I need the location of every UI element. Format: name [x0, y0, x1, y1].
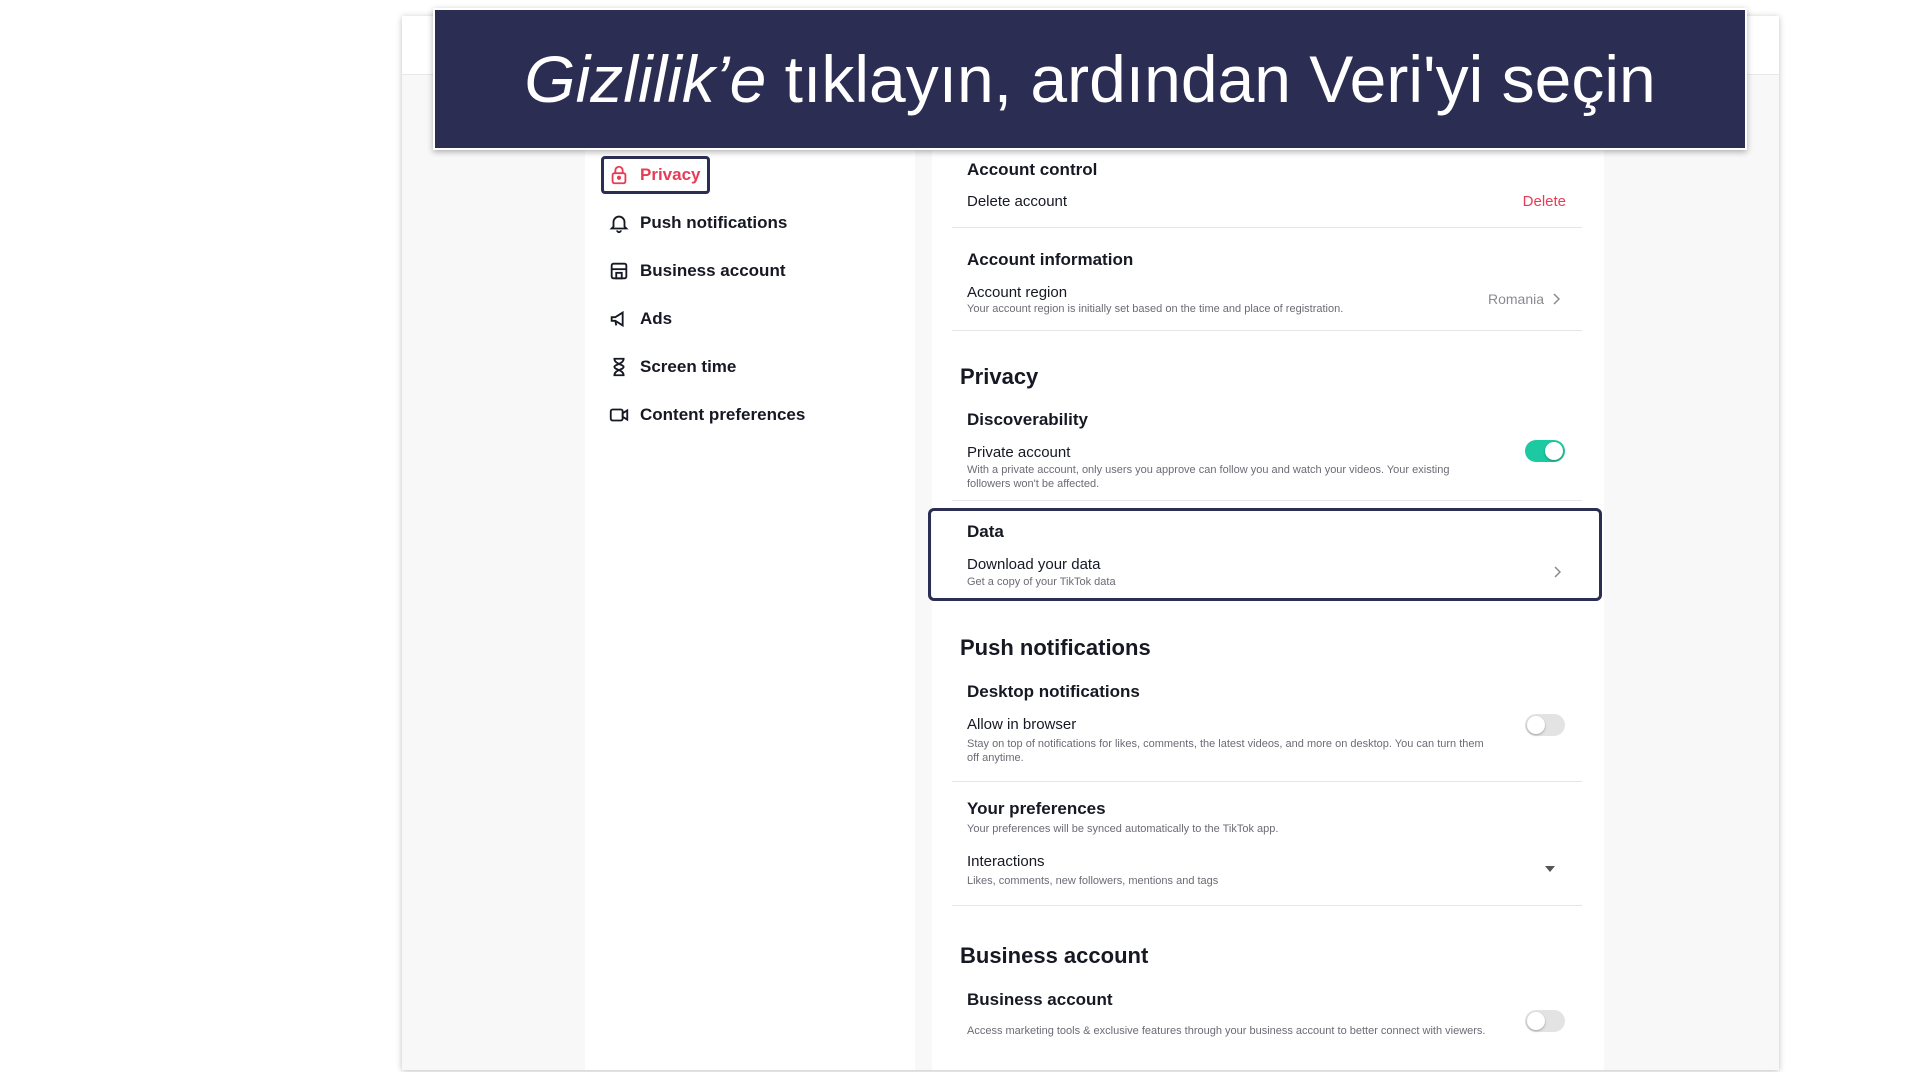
sidebar-item-push-notifications[interactable]: Push notifications	[608, 205, 787, 241]
divider	[952, 227, 1582, 228]
sidebar-item-business-account[interactable]: Business account	[608, 253, 786, 289]
privacy-heading: Privacy	[960, 364, 1039, 389]
divider	[952, 330, 1582, 331]
business-account-description: Access marketing tools & exclusive featu…	[967, 1025, 1486, 1037]
private-account-label: Private account	[967, 444, 1071, 461]
privacy-highlight-box	[601, 156, 710, 194]
megaphone-icon	[610, 310, 624, 328]
interactions-description: Likes, comments, new followers, mentions…	[967, 875, 1219, 887]
account-region-selector[interactable]: Romania	[1488, 291, 1561, 307]
interactions-label[interactable]: Interactions	[967, 853, 1045, 870]
push-notifications-heading: Push notifications	[960, 635, 1151, 660]
instruction-banner: Gizlilik’e tıklayın, ardından Veri'yi se…	[433, 8, 1747, 150]
banner-italic-text: Gizlilik’e	[524, 42, 767, 116]
delete-account-label: Delete account	[967, 193, 1068, 210]
allow-in-browser-toggle[interactable]	[1525, 714, 1565, 736]
business-account-title: Business account	[967, 990, 1113, 1009]
account-information-title: Account information	[967, 250, 1134, 269]
delete-account-button[interactable]: Delete	[1520, 193, 1566, 210]
sidebar-item-ads[interactable]: Ads	[608, 301, 672, 337]
sidebar-item-label: Business account	[640, 261, 786, 280]
divider	[952, 500, 1582, 501]
bell-icon	[609, 215, 629, 234]
your-preferences-title: Your preferences	[967, 799, 1106, 818]
discoverability-title: Discoverability	[967, 410, 1088, 429]
hourglass-icon	[613, 357, 625, 377]
sidebar-item-screen-time[interactable]: Screen time	[608, 349, 736, 385]
divider	[952, 905, 1582, 906]
sidebar-item-content-preferences[interactable]: Content preferences	[608, 397, 805, 433]
allow-in-browser-description: Stay on top of notifications for likes, …	[967, 738, 1484, 764]
banner-text: tıklayın, ardından Veri'yi seçin	[766, 42, 1656, 116]
allow-in-browser-label: Allow in browser	[967, 716, 1077, 733]
caret-down-icon[interactable]	[1545, 866, 1555, 872]
sidebar-item-label: Ads	[640, 309, 673, 328]
private-account-toggle[interactable]	[1525, 440, 1565, 462]
chevron-right-icon	[1553, 293, 1561, 305]
store-icon	[610, 262, 628, 280]
your-preferences-description: Your preferences will be synced automati…	[967, 823, 1279, 835]
desktop-notifications-title: Desktop notifications	[967, 682, 1140, 701]
sidebar-item-label: Push notifications	[640, 213, 788, 232]
account-region-description: Your account region is initially set bas…	[967, 303, 1344, 315]
business-account-heading: Business account	[960, 943, 1149, 968]
private-account-description: With a private account, only users you a…	[967, 464, 1450, 490]
video-camera-icon	[609, 408, 629, 422]
settings-sidebar: Privacy Push notifications Business acco…	[585, 74, 915, 1070]
account-region-value: Romania	[1488, 291, 1545, 307]
sidebar-item-label: Content preferences	[640, 405, 806, 424]
account-control-title: Account control	[967, 160, 1098, 179]
data-highlight-box	[928, 508, 1602, 601]
divider	[952, 781, 1582, 782]
sidebar-item-label: Screen time	[640, 357, 737, 376]
account-region-label: Account region	[967, 284, 1068, 301]
business-account-toggle[interactable]	[1525, 1010, 1565, 1032]
